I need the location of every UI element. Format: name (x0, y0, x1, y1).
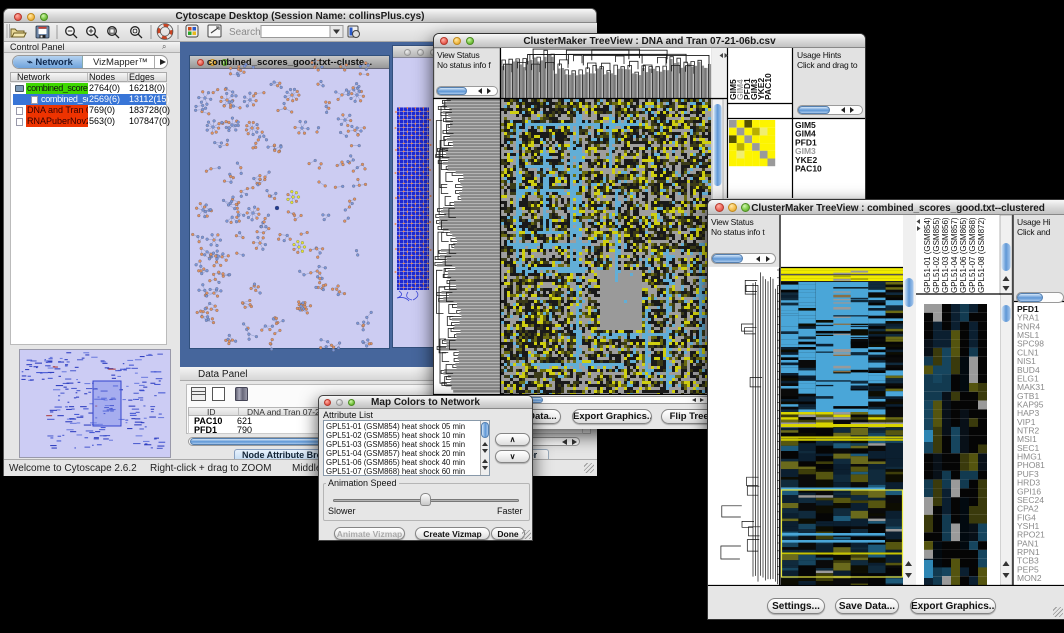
svg-text:MON2: MON2 (1017, 573, 1042, 583)
svg-text:GPL51-04 (GSM857): GPL51-04 (GSM857) (950, 217, 959, 293)
svg-text:GPL51-06 (GSM865): GPL51-06 (GSM865) (959, 217, 968, 293)
svg-text:GPL51-07 (GSM868): GPL51-07 (GSM868) (968, 217, 977, 293)
svg-text:GPL51-02 (GSM855): GPL51-02 (GSM855) (932, 217, 941, 293)
svg-text:GPL51-03 (GSM856): GPL51-03 (GSM856) (941, 217, 950, 293)
svg-text:GPL51-01 (GSM854): GPL51-01 (GSM854) (923, 217, 932, 293)
svg-text:GPL51-08 (GSM872): GPL51-08 (GSM872) (977, 217, 986, 293)
